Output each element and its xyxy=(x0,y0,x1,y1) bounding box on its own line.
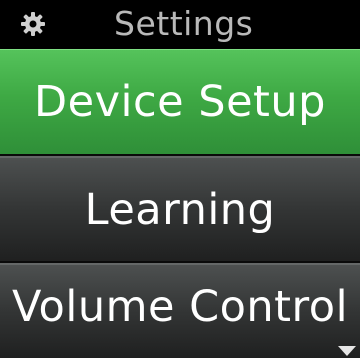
header-bar: Settings xyxy=(0,0,360,49)
page-title: Settings xyxy=(114,4,254,43)
gear-icon xyxy=(21,12,45,36)
menu-item-device-setup[interactable]: Device Setup xyxy=(0,49,360,154)
settings-screen: Settings Device Setup Learning Volume Co… xyxy=(0,0,360,358)
menu-item-volume-control[interactable]: Volume Control xyxy=(0,263,360,358)
menu-item-label: Learning xyxy=(84,184,276,235)
menu-item-learning[interactable]: Learning xyxy=(0,156,360,261)
menu-item-label: Device Setup xyxy=(34,77,326,127)
menu-item-label: Volume Control xyxy=(11,281,349,332)
chevron-down-icon[interactable] xyxy=(338,346,356,356)
